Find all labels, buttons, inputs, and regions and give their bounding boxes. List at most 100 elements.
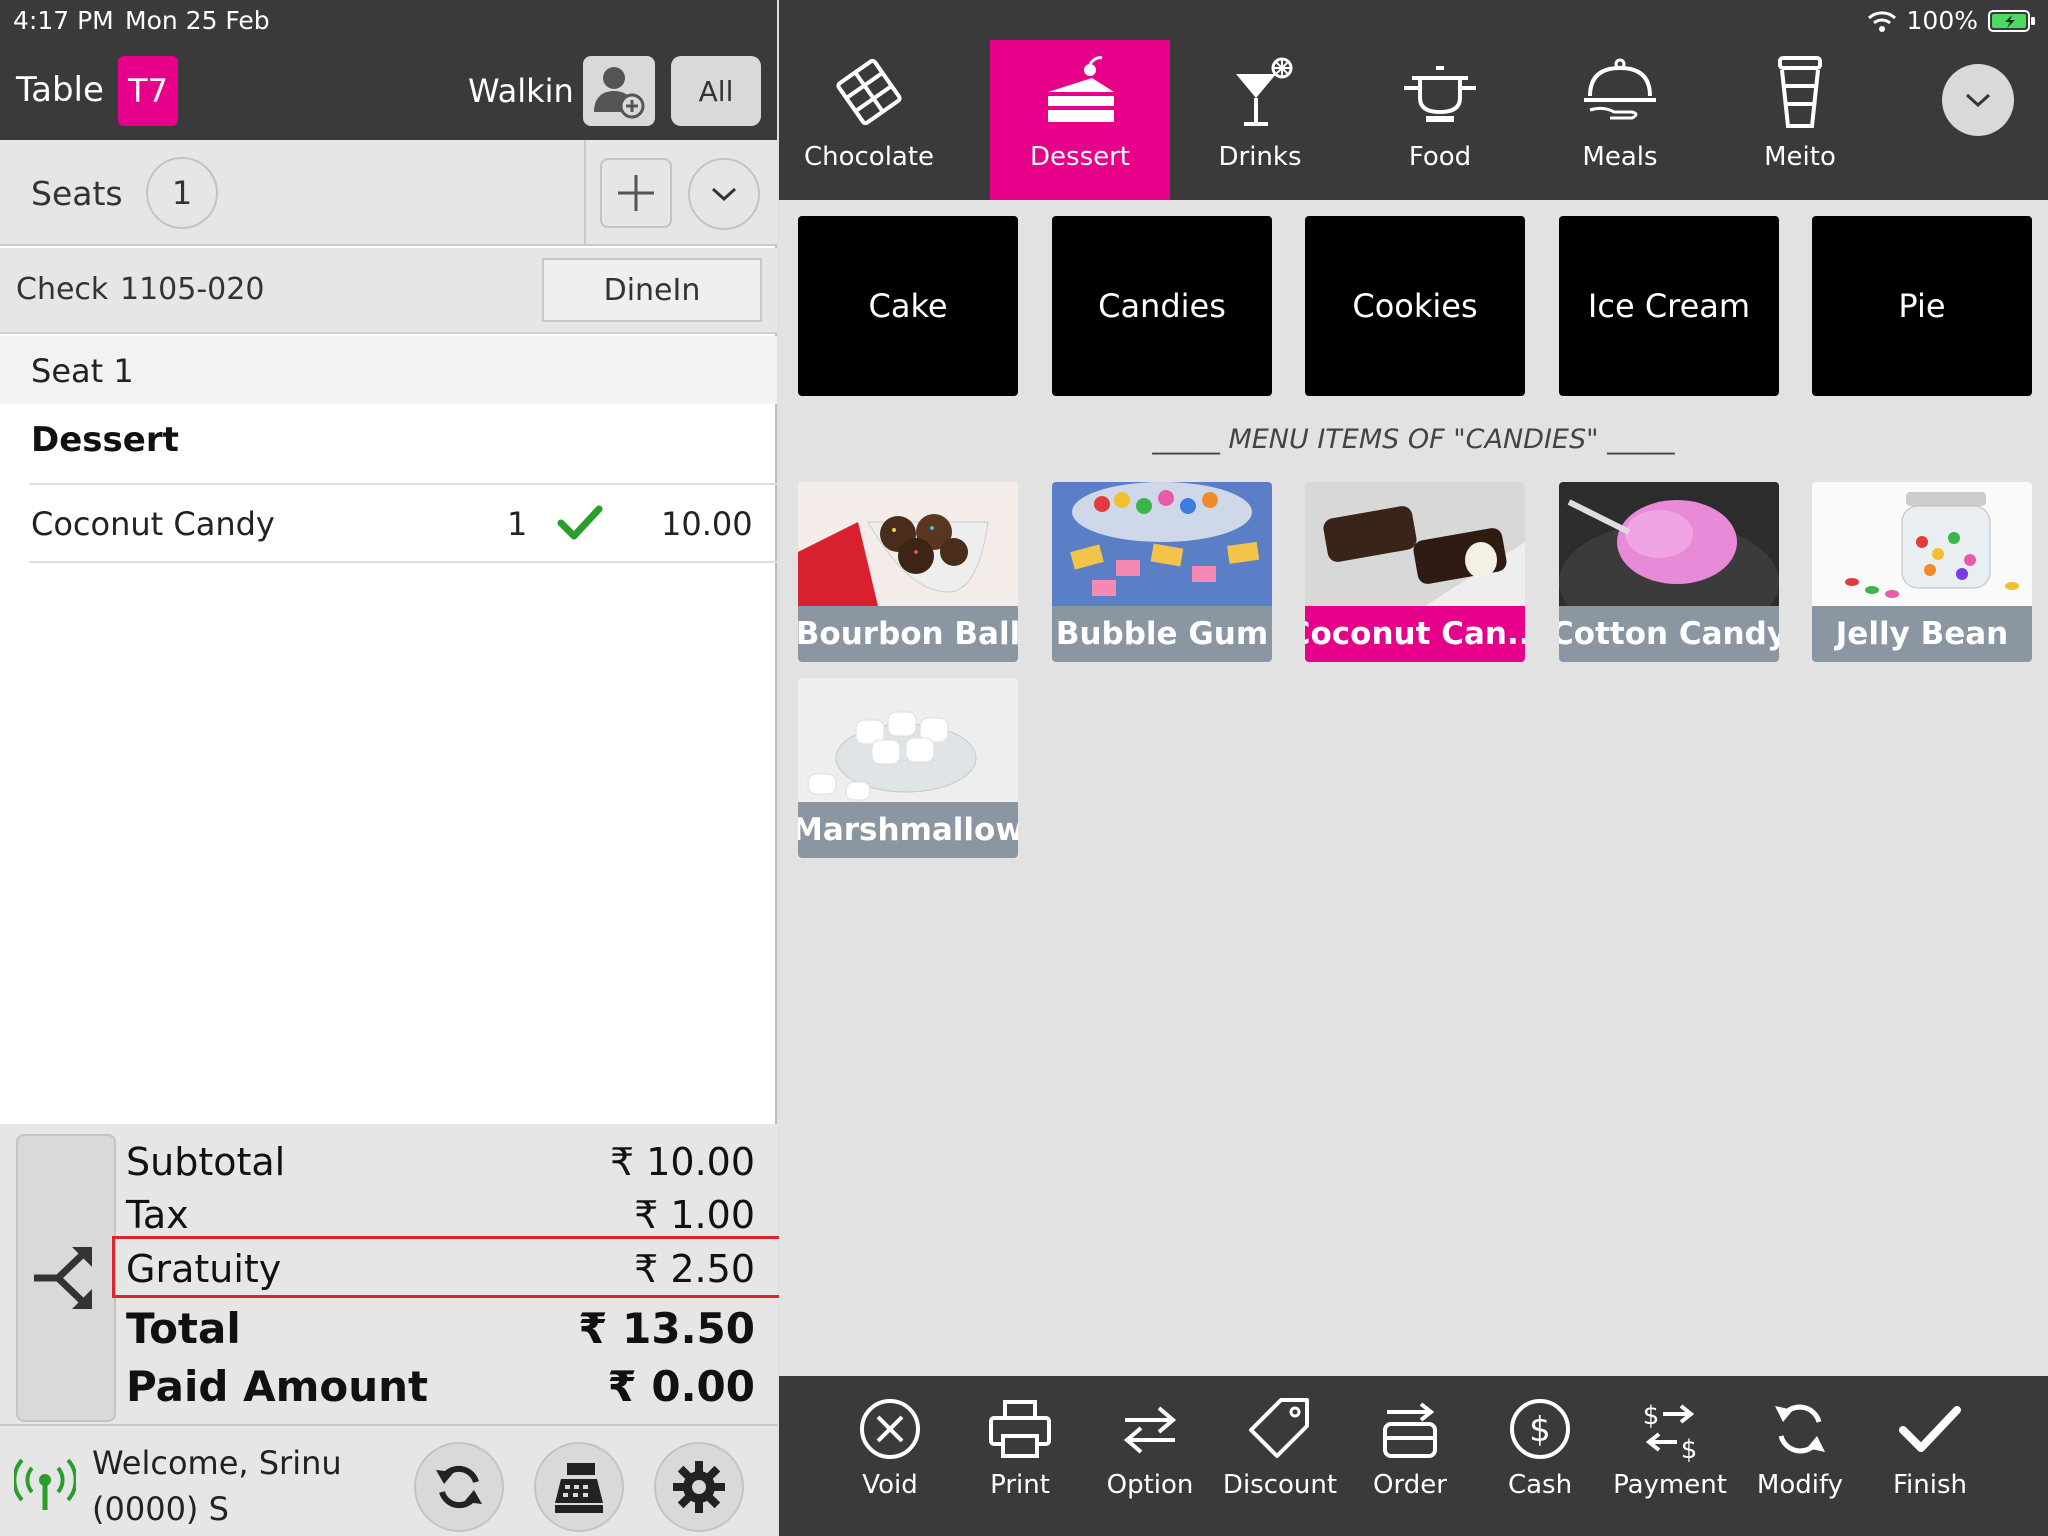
menu-item-cotton-candy[interactable]: Cotton Candy — [1559, 482, 1779, 662]
category-tab-dessert[interactable]: Dessert — [990, 40, 1170, 200]
menu-items-caption: _____ MENU ITEMS OF "CANDIES" _____ — [1152, 424, 1675, 455]
order-line-item[interactable]: Coconut Candy 1 10.00 — [29, 485, 777, 563]
category-label: Dessert — [1030, 142, 1130, 172]
action-bar: Void Print Option Discount Order $ Cash … — [779, 1376, 2048, 1536]
print-button[interactable]: Print — [955, 1396, 1085, 1526]
jelly-bean-image — [1812, 482, 2032, 606]
status-time: 4:17 PM — [13, 6, 114, 35]
table-badge[interactable]: T7 — [118, 56, 178, 126]
cash-register-icon — [555, 1463, 603, 1513]
category-tab-meito[interactable]: Meito — [1710, 40, 1890, 200]
seat-header-label: Seat 1 — [31, 352, 134, 390]
customer-label: Walkin — [468, 72, 574, 110]
total-value: ₹ 13.50 — [578, 1304, 755, 1353]
cooking-pot-icon — [1404, 66, 1476, 122]
bourbon-ball-image — [798, 482, 1018, 606]
welcome-text: Welcome, Srinu (0000) S — [92, 1440, 342, 1532]
cup-icon — [1778, 56, 1822, 128]
order-item-price: 10.00 — [661, 505, 753, 543]
subcategory-pie[interactable]: Pie — [1812, 216, 2032, 396]
tax-value: ₹ 1.00 — [634, 1193, 755, 1237]
finish-button[interactable]: Finish — [1865, 1396, 1995, 1526]
gratuity-value: ₹ 2.50 — [634, 1247, 755, 1291]
more-categories-button[interactable] — [1942, 64, 2014, 136]
user-add-icon — [594, 67, 645, 119]
subcategory-cookies[interactable]: Cookies — [1305, 216, 1525, 396]
menu-item-coconut-candy[interactable]: Coconut Can... — [1305, 482, 1525, 662]
action-label: Finish — [1892, 1470, 1967, 1500]
modify-button[interactable]: Modify — [1735, 1396, 1865, 1526]
cloche-icon — [1584, 58, 1656, 120]
menu-item-label: Jelly Bean — [1812, 606, 2032, 662]
chevron-down-icon — [711, 187, 737, 202]
sync-button[interactable] — [414, 1442, 504, 1532]
battery-icon — [1988, 9, 2035, 32]
check-number: 1105-020 — [120, 272, 265, 307]
menu-item-marshmallow[interactable]: Marshmallow — [798, 678, 1018, 858]
paid-amount-value: ₹ 0.00 — [607, 1362, 755, 1411]
action-label: Print — [990, 1470, 1050, 1500]
option-button[interactable]: Option — [1085, 1396, 1215, 1526]
split-check-button[interactable] — [16, 1134, 116, 1422]
order-category: Dessert — [31, 420, 179, 460]
settings-button[interactable] — [654, 1442, 744, 1532]
welcome-id: (0000) S — [92, 1490, 229, 1528]
payment-button[interactable]: $ $ Payment — [1605, 1396, 1735, 1526]
all-button[interactable]: All — [671, 56, 761, 126]
menu-item-jelly-bean[interactable]: Jelly Bean — [1812, 482, 2032, 662]
order-button[interactable]: Order — [1345, 1396, 1475, 1526]
battery-percent: 100% — [1906, 6, 1978, 35]
menu-item-label: Cotton Candy — [1559, 606, 1779, 662]
seats-count[interactable]: 1 — [146, 157, 218, 229]
action-label: Option — [1106, 1470, 1194, 1500]
total-label: Total — [126, 1304, 241, 1353]
order-item-qty: 1 — [507, 505, 528, 543]
category-label: Meito — [1764, 142, 1836, 172]
table-bar: Table T7 Walkin All — [0, 40, 777, 140]
split-arrows-icon — [34, 1247, 92, 1309]
action-label: Discount — [1222, 1470, 1338, 1500]
void-button[interactable]: Void — [825, 1396, 955, 1526]
paid-amount-label: Paid Amount — [126, 1362, 429, 1411]
order-type-button[interactable]: DineIn — [542, 258, 762, 322]
cake-slice-icon — [1048, 56, 1114, 122]
payment-transfer-icon: $ $ — [1643, 1401, 1698, 1462]
chevron-down-icon — [1965, 93, 1991, 108]
discount-button[interactable]: Discount — [1215, 1396, 1345, 1526]
coconut-candy-image — [1305, 482, 1525, 606]
category-tab-drinks[interactable]: Drinks — [1170, 40, 1350, 200]
category-tab-food[interactable]: Food — [1350, 40, 1530, 200]
connection-antenna-icon — [14, 1458, 76, 1510]
tax-label: Tax — [126, 1193, 189, 1237]
subcategory-cake[interactable]: Cake — [798, 216, 1018, 396]
dollar-circle-icon: $ — [1510, 1399, 1570, 1459]
menu-item-bubble-gum[interactable]: Bubble Gum — [1052, 482, 1272, 662]
bubble-gum-image — [1052, 482, 1272, 606]
add-seat-button[interactable] — [600, 158, 672, 228]
category-nav: 100% Chocolate Dessert Drinks Food Meals… — [779, 0, 2048, 200]
menu-item-label: Marshmallow — [798, 802, 1018, 858]
status-date: Mon 25 Feb — [125, 6, 270, 35]
menu-panel: 100% Chocolate Dessert Drinks Food Meals… — [779, 0, 2048, 1536]
category-label: Drinks — [1218, 142, 1302, 172]
category-tab-meals[interactable]: Meals — [1530, 40, 1710, 200]
status-indicators: 100% — [1867, 6, 2036, 35]
subtotal-value: ₹ 10.00 — [609, 1140, 755, 1184]
menu-item-bourbon-ball[interactable]: Bourbon Ball — [798, 482, 1018, 662]
svg-text:$: $ — [1681, 1435, 1698, 1462]
order-panel: 4:17 PM Mon 25 Feb Table T7 Walkin All S… — [0, 0, 786, 1536]
cotton-candy-image — [1559, 482, 1779, 606]
add-customer-button[interactable] — [583, 56, 655, 126]
cash-register-button[interactable] — [534, 1442, 624, 1532]
seat-dropdown-button[interactable] — [688, 158, 760, 230]
status-bar: 4:17 PM Mon 25 Feb — [0, 0, 777, 40]
void-x-icon — [860, 1399, 920, 1459]
cash-button[interactable]: $ Cash — [1475, 1396, 1605, 1526]
totals-panel: Subtotal ₹ 10.00 Tax ₹ 1.00 Gratuity ₹ 2… — [0, 1124, 786, 1424]
gratuity-label: Gratuity — [126, 1247, 282, 1291]
seat-header[interactable]: Seat 1 — [0, 336, 777, 404]
subcategory-candies[interactable]: Candies — [1052, 216, 1272, 396]
menu-item-label: Bubble Gum — [1052, 606, 1272, 662]
subcategory-ice-cream[interactable]: Ice Cream — [1559, 216, 1779, 396]
category-tab-chocolate[interactable]: Chocolate — [779, 40, 959, 200]
